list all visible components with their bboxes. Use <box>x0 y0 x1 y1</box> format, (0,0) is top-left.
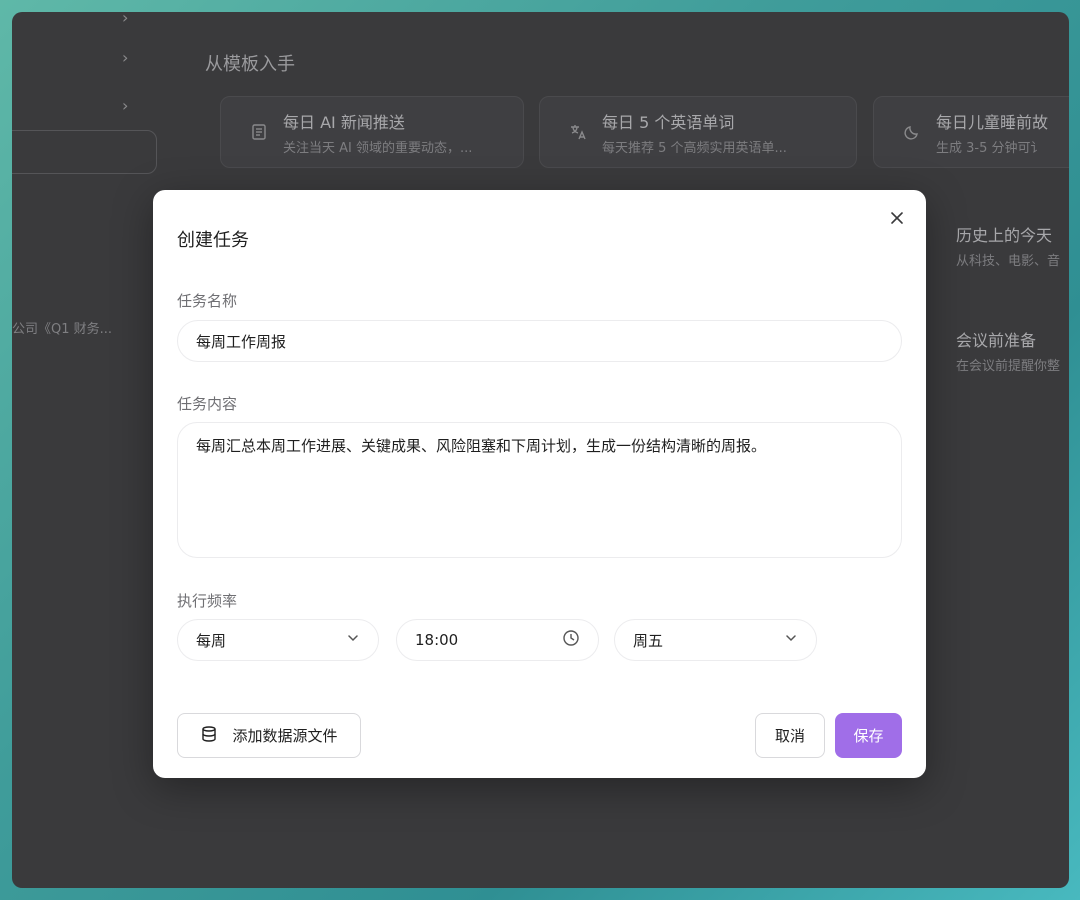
dialog-title: 创建任务 <box>177 230 249 251</box>
add-data-source-label: 添加数据源文件 <box>232 727 338 745</box>
save-button[interactable]: 保存 <box>835 713 902 758</box>
frequency-label: 执行频率 <box>177 592 238 610</box>
chevron-right-icon[interactable]: › <box>122 48 128 67</box>
frequency-value: 每周 <box>196 631 227 650</box>
weekday-value: 周五 <box>633 631 664 650</box>
template-card-bedtime-story[interactable]: 每日儿童睡前故 生成 3-5 分钟可讠 <box>873 96 1069 168</box>
sidebar-search-box[interactable] <box>12 130 157 174</box>
time-value: 18:00 <box>415 631 459 649</box>
template-card-english-words[interactable]: 每日 5 个英语单词 每天推荐 5 个高频实用英语单... <box>539 96 857 168</box>
weekday-select[interactable]: 周五 <box>614 619 817 661</box>
templates-section-title: 从模板入手 <box>205 54 295 75</box>
frequency-select[interactable]: 每周 <box>177 619 379 661</box>
template-desc: 每天推荐 5 个高频实用英语单... <box>602 141 787 156</box>
close-button[interactable] <box>886 208 908 230</box>
template-card-ai-news[interactable]: 每日 AI 新闻推送 关注当天 AI 领域的重要动态，... <box>220 96 524 168</box>
task-content-value: 每周汇总本周工作进展、关键成果、风险阻塞和下周计划，生成一份结构清晰的周报。 <box>196 437 767 455</box>
task-name-value: 每周工作周报 <box>196 332 287 351</box>
newspaper-icon <box>249 123 269 143</box>
time-picker[interactable]: 18:00 <box>396 619 599 661</box>
create-task-dialog: 创建任务 任务名称 每周工作周报 任务内容 每周汇总本周工作进展、关键成果、风险… <box>153 190 926 778</box>
add-data-source-button[interactable]: 添加数据源文件 <box>177 713 361 758</box>
task-name-label: 任务名称 <box>177 292 238 310</box>
translate-icon <box>568 123 588 143</box>
chevron-down-icon <box>346 631 360 649</box>
template-title: 每日 5 个英语单词 <box>602 113 735 132</box>
chevron-down-icon <box>784 631 798 649</box>
task-name-input[interactable]: 每周工作周报 <box>177 320 902 362</box>
task-content-label: 任务内容 <box>177 395 238 413</box>
moon-icon <box>902 123 922 143</box>
clock-icon <box>562 629 580 651</box>
template-title: 会议前准备 <box>956 331 1037 350</box>
template-title: 每日儿童睡前故 <box>936 113 1049 132</box>
template-desc: 生成 3-5 分钟可讠 <box>936 141 1044 156</box>
chevron-right-icon[interactable]: › <box>122 12 128 27</box>
template-desc: 从科技、电影、音 <box>956 254 1061 269</box>
chevron-right-icon[interactable]: › <box>122 96 128 115</box>
database-icon <box>200 725 218 747</box>
task-content-textarea[interactable]: 每周汇总本周工作进展、关键成果、风险阻塞和下周计划，生成一份结构清晰的周报。 <box>177 422 902 558</box>
close-icon <box>890 210 904 229</box>
template-desc: 在会议前提醒你整 <box>956 359 1061 374</box>
template-title: 每日 AI 新闻推送 <box>283 113 405 132</box>
sidebar-recent-item[interactable]: 公司《Q1 财务... <box>12 318 112 337</box>
template-desc: 关注当天 AI 领域的重要动态，... <box>283 141 473 156</box>
cancel-button[interactable]: 取消 <box>755 713 825 758</box>
template-title: 历史上的今天 <box>956 226 1053 245</box>
